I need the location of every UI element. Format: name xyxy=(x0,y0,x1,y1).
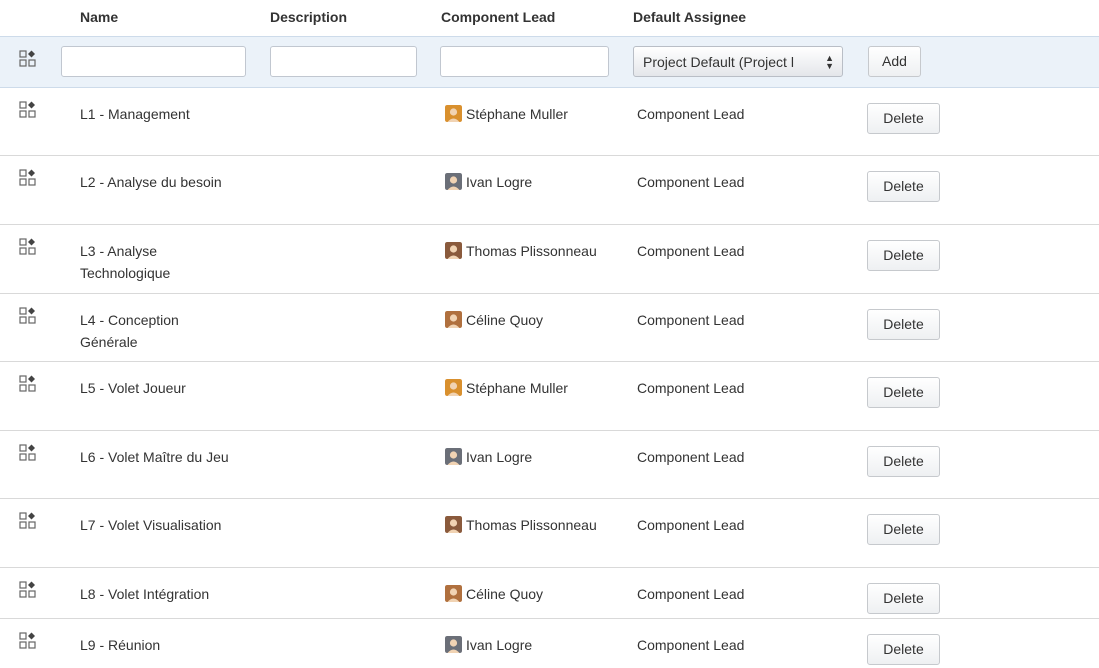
default-assignee-value: Component Lead xyxy=(637,106,745,122)
default-assignee-value: Component Lead xyxy=(637,312,745,328)
component-icon xyxy=(19,307,36,324)
default-assignee-select[interactable]: Project Default (Project l ▲ ▼ xyxy=(633,46,843,77)
default-assignee-value: Component Lead xyxy=(637,380,745,396)
user-avatar-icon xyxy=(445,242,462,259)
component-lead[interactable]: Céline Quoy xyxy=(445,583,615,605)
header-component-lead: Component Lead xyxy=(441,9,556,25)
component-lead-name: Céline Quoy xyxy=(466,586,544,602)
user-avatar-icon xyxy=(445,516,462,533)
component-lead[interactable]: Stéphane Muller xyxy=(445,103,615,125)
user-avatar-icon xyxy=(445,105,462,122)
delete-button[interactable]: Delete xyxy=(867,377,940,408)
component-icon xyxy=(19,169,36,186)
delete-button[interactable]: Delete xyxy=(867,309,940,340)
default-assignee-value: Component Lead xyxy=(637,586,745,602)
table-row: L3 - Analyse Technologique Thomas Plisson… xyxy=(0,225,1099,294)
default-assignee-value: Component Lead xyxy=(637,243,745,259)
component-name: L6 - Volet Maître du Jeu xyxy=(80,449,229,465)
add-button[interactable]: Add xyxy=(868,46,921,77)
component-lead[interactable]: Thomas Plissonneau xyxy=(445,240,615,262)
component-icon xyxy=(19,238,36,255)
table-row: L4 - Conception Générale Céline Quoy Compo… xyxy=(0,294,1099,362)
default-assignee-value: Component Lead xyxy=(637,174,745,190)
delete-button[interactable]: Delete xyxy=(867,240,940,271)
delete-button[interactable]: Delete xyxy=(867,171,940,202)
component-lead-input[interactable] xyxy=(440,46,609,77)
table-row: L5 - Volet Joueur Stéphane Muller Componen… xyxy=(0,362,1099,431)
component-name: L5 - Volet Joueur xyxy=(80,380,186,396)
table-row: L1 - Management Stéphane Muller Component … xyxy=(0,88,1099,156)
component-lead-name: Thomas Plissonneau xyxy=(466,243,597,259)
component-lead[interactable]: Thomas Plissonneau xyxy=(445,514,615,536)
table-row: L7 - Volet Visualisation Thomas Plissonne… xyxy=(0,499,1099,568)
default-assignee-value: Component Lead xyxy=(637,449,745,465)
delete-button[interactable]: Delete xyxy=(867,103,940,134)
component-name: L4 - Conception Générale xyxy=(80,312,179,350)
component-name-input[interactable] xyxy=(61,46,246,77)
default-assignee-selected-value: Project Default (Project l xyxy=(643,54,794,70)
user-avatar-icon xyxy=(445,448,462,465)
delete-button[interactable]: Delete xyxy=(867,634,940,665)
component-icon xyxy=(19,375,36,392)
component-lead[interactable]: Ivan Logre xyxy=(445,171,615,193)
delete-button[interactable]: Delete xyxy=(867,514,940,545)
component-name: L8 - Volet Intégration xyxy=(80,586,210,602)
components-table: Name Description Component Lead Default … xyxy=(0,0,1099,665)
component-name: L1 - Management xyxy=(80,106,190,122)
component-lead-name: Thomas Plissonneau xyxy=(466,517,597,533)
component-icon xyxy=(19,50,36,67)
table-row: L8 - Volet Intégration Céline Quoy Compone… xyxy=(0,568,1099,619)
component-icon xyxy=(19,581,36,598)
component-lead-name: Céline Quoy xyxy=(466,312,544,328)
default-assignee-value: Component Lead xyxy=(637,637,745,653)
user-avatar-icon xyxy=(445,585,462,602)
delete-button[interactable]: Delete xyxy=(867,583,940,614)
select-arrows-icon: ▲ ▼ xyxy=(825,53,834,71)
component-lead[interactable]: Stéphane Muller xyxy=(445,377,615,399)
add-component-row: Project Default (Project l ▲ ▼ Add xyxy=(0,36,1099,88)
component-name: L9 - Réunion xyxy=(80,637,161,653)
component-lead[interactable]: Ivan Logre xyxy=(445,634,615,656)
table-header: Name Description Component Lead Default … xyxy=(0,0,1099,36)
user-avatar-icon xyxy=(445,311,462,328)
component-name: L7 - Volet Visualisation xyxy=(80,517,222,533)
component-lead[interactable]: Céline Quoy xyxy=(445,309,615,331)
user-avatar-icon xyxy=(445,636,462,653)
component-lead-name: Ivan Logre xyxy=(466,174,533,190)
table-row: L9 - Réunion Ivan Logre Component Lead Dele… xyxy=(0,619,1099,668)
table-row: L2 - Analyse du besoin Ivan Logre Componen… xyxy=(0,156,1099,225)
component-description-input[interactable] xyxy=(270,46,417,77)
component-name: L2 - Analyse du besoin xyxy=(80,174,222,190)
component-name: L3 - Analyse Technologique xyxy=(80,243,171,281)
component-icon xyxy=(19,101,36,118)
component-lead-name: Stéphane Muller xyxy=(466,380,568,396)
component-lead-name: Ivan Logre xyxy=(466,449,533,465)
component-lead[interactable]: Ivan Logre xyxy=(445,446,615,468)
header-default-assignee: Default Assignee xyxy=(633,9,747,25)
user-avatar-icon xyxy=(445,173,462,190)
component-lead-name: Ivan Logre xyxy=(466,637,533,653)
default-assignee-value: Component Lead xyxy=(637,517,745,533)
component-icon xyxy=(19,632,36,649)
component-icon xyxy=(19,512,36,529)
component-lead-name: Stéphane Muller xyxy=(466,106,568,122)
user-avatar-icon xyxy=(445,379,462,396)
delete-button[interactable]: Delete xyxy=(867,446,940,477)
header-description: Description xyxy=(270,9,348,25)
table-row: L6 - Volet Maître du Jeu Ivan Logre Compon… xyxy=(0,431,1099,499)
component-icon xyxy=(19,444,36,461)
header-name: Name xyxy=(80,9,119,25)
